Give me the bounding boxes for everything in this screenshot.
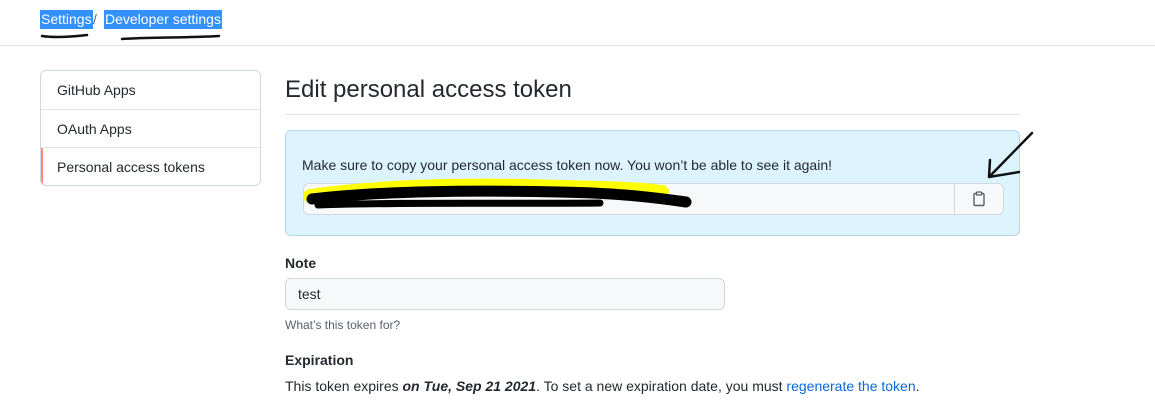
- token-value-field[interactable]: [304, 184, 954, 214]
- note-label: Note: [285, 255, 317, 271]
- expiration-prefix: This token expires: [285, 378, 403, 394]
- developer-settings-sidebar: GitHub Apps OAuth Apps Personal access t…: [40, 70, 261, 186]
- flash-message: Make sure to copy your personal access t…: [302, 157, 832, 173]
- expiration-text: This token expires on Tue, Sep 21 2021. …: [285, 377, 920, 395]
- sidebar-item-github-apps[interactable]: GitHub Apps: [41, 71, 260, 109]
- note-hint: What’s this token for?: [285, 318, 401, 332]
- sidebar-item-personal-access-tokens[interactable]: Personal access tokens: [41, 147, 260, 185]
- copy-token-button[interactable]: [954, 184, 1003, 214]
- expiration-suffix: .: [915, 378, 920, 394]
- clipboard-icon: [973, 191, 985, 207]
- token-input-group: [303, 183, 1004, 215]
- expiration-middle: . To set a new expiration date, you must: [536, 378, 787, 394]
- page-title: Edit personal access token: [285, 76, 572, 103]
- regenerate-token-link[interactable]: regenerate the token: [786, 378, 915, 394]
- token-flash-notice: Make sure to copy your personal access t…: [285, 130, 1020, 236]
- title-divider: [285, 114, 1020, 115]
- expiration-label: Expiration: [285, 352, 354, 368]
- note-input[interactable]: [285, 278, 725, 310]
- expiration-date: on Tue, Sep 21 2021: [402, 378, 537, 394]
- underline-annotation: [40, 33, 221, 41]
- sidebar-item-oauth-apps[interactable]: OAuth Apps: [41, 109, 260, 147]
